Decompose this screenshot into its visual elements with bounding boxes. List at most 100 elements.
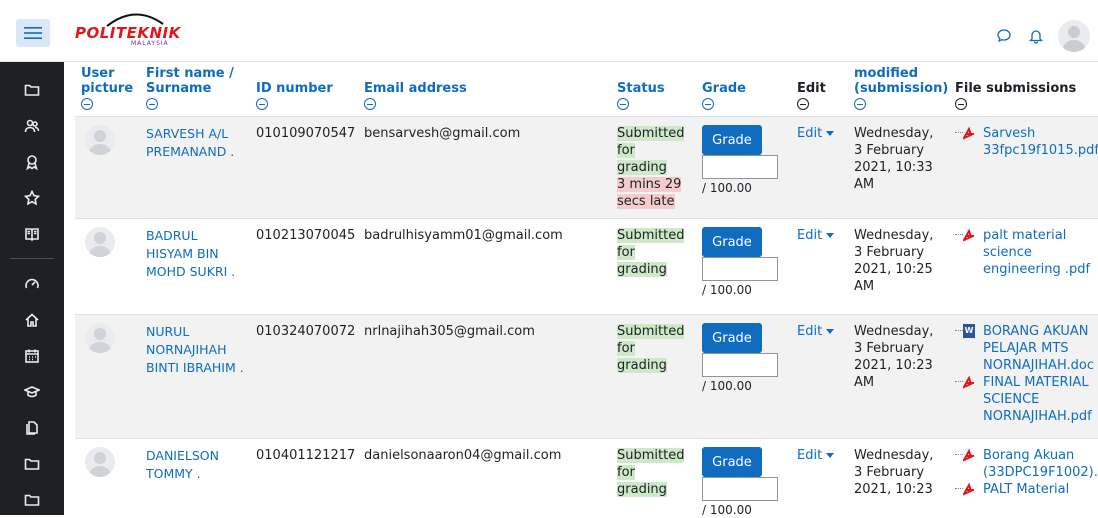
edit-menu[interactable]: Edit — [797, 324, 835, 339]
col-header-user-picture[interactable]: User picture — [75, 62, 140, 117]
file-submission[interactable]: Borang Akuan (33DPC19F1002).pdf — [955, 447, 1098, 481]
file-submission[interactable]: palt material science engineering .pdf — [955, 227, 1098, 278]
edit-label: Edit — [797, 448, 823, 463]
col-header-email[interactable]: Email address — [358, 62, 611, 117]
pdf-file-icon — [963, 228, 974, 242]
calendar-icon[interactable] — [0, 338, 64, 374]
edit-label: Edit — [797, 324, 823, 339]
collapse-column-icon[interactable] — [256, 98, 268, 110]
table-row: SARVESH A/L PREMANAND . 010109070547 ben… — [75, 116, 1098, 219]
collapse-column-icon[interactable] — [81, 98, 93, 110]
folder-icon[interactable] — [0, 72, 64, 108]
grading-table-container: User picture First name / Surname ID num… — [75, 62, 1098, 515]
table-row: NURUL NORNAJIHAH BINTI IBRAHIM . 0103240… — [75, 314, 1098, 439]
grade-max: / 100.00 — [702, 379, 752, 393]
col-header-name[interactable]: First name / Surname — [140, 62, 250, 117]
grade-input[interactable] — [702, 477, 778, 501]
email-address: bensarvesh@gmail.com — [358, 116, 611, 219]
grade-input[interactable] — [702, 257, 778, 281]
files-icon[interactable] — [0, 410, 64, 446]
collapse-column-icon[interactable] — [854, 98, 866, 110]
avatar[interactable] — [85, 447, 115, 477]
collapse-column-icon[interactable] — [702, 98, 714, 110]
status-badge: Submitted for grading — [617, 126, 685, 175]
student-name-link[interactable]: NURUL NORNAJIHAH BINTI IBRAHIM . — [146, 324, 244, 375]
messages-icon[interactable] — [994, 26, 1014, 46]
grade-max: / 100.00 — [702, 181, 752, 195]
grade-max: / 100.00 — [702, 503, 752, 515]
email-address: danielsonaaron04@gmail.com — [358, 438, 611, 515]
student-name-link[interactable]: BADRUL HISYAM BIN MOHD SUKRI . — [146, 228, 235, 279]
pdf-file-icon — [963, 482, 974, 496]
notifications-bell-icon[interactable] — [1026, 26, 1046, 46]
site-logo[interactable]: POLITEKNIK MALAYSIA — [75, 10, 205, 50]
grade-input[interactable] — [702, 353, 778, 377]
col-header-edit: Edit — [791, 62, 848, 117]
col-label: modified (submission) — [854, 66, 949, 96]
edit-menu[interactable]: Edit — [797, 228, 835, 243]
last-modified: Wednesday, 3 February 2021, 10:25 AM — [848, 218, 949, 315]
file-link[interactable]: palt material science engineering .pdf — [983, 227, 1098, 278]
file-link[interactable]: Borang Akuan (33DPC19F1002).pdf — [983, 447, 1098, 481]
avatar[interactable] — [85, 227, 115, 257]
id-number: 010109070547 — [250, 116, 358, 219]
book-icon[interactable] — [0, 216, 64, 252]
last-modified: Wednesday, 3 February 2021, 10:23 AM — [848, 314, 949, 439]
avatar[interactable] — [85, 323, 115, 353]
collapse-column-icon[interactable] — [617, 98, 629, 110]
col-header-status[interactable]: Status — [611, 62, 696, 117]
collapse-column-icon[interactable] — [364, 98, 376, 110]
status-badge: Submitted for grading — [617, 448, 685, 497]
logo-sub-text: MALAYSIA — [131, 40, 169, 47]
col-label: Edit — [797, 81, 826, 96]
col-label: ID number — [256, 81, 333, 96]
table-row: DANIELSON TOMMY . 010401121217 danielson… — [75, 438, 1098, 515]
student-name-link[interactable]: DANIELSON TOMMY . — [146, 448, 219, 481]
file-submission[interactable]: W BORANG AKUAN PELAJAR MTS NORNAJIHAH.do… — [955, 323, 1098, 374]
grade-input[interactable] — [702, 155, 778, 179]
edit-menu[interactable]: Edit — [797, 126, 835, 141]
caret-down-icon — [826, 131, 835, 136]
last-modified: Wednesday, 3 February 2021, 10:23 — [848, 438, 949, 515]
user-avatar[interactable] — [1058, 20, 1090, 52]
col-header-grade[interactable]: Grade — [696, 62, 791, 117]
col-header-modified[interactable]: modified (submission) — [848, 62, 949, 117]
file-link[interactable]: Sarvesh 33fpc19f1015.pdf — [983, 125, 1098, 159]
edit-label: Edit — [797, 126, 823, 141]
collapse-column-icon[interactable] — [955, 98, 967, 110]
edit-menu[interactable]: Edit — [797, 448, 835, 463]
star-icon[interactable] — [0, 180, 64, 216]
file-submission[interactable]: PALT Material — [955, 481, 1098, 498]
student-name-link[interactable]: SARVESH A/L PREMANAND . — [146, 126, 234, 159]
col-label: First name / Surname — [146, 66, 234, 96]
dashboard-icon[interactable] — [0, 266, 64, 302]
folder-icon[interactable] — [0, 482, 64, 518]
caret-down-icon — [826, 453, 835, 458]
grade-button[interactable]: Grade — [702, 227, 762, 257]
file-link[interactable]: BORANG AKUAN PELAJAR MTS NORNAJIHAH.doc — [983, 323, 1098, 374]
collapse-column-icon[interactable] — [797, 98, 809, 110]
folder-icon[interactable] — [0, 446, 64, 482]
badges-icon[interactable] — [0, 144, 64, 180]
word-file-icon: W — [963, 324, 975, 338]
file-link[interactable]: PALT Material — [983, 481, 1069, 498]
sidebar-divider — [10, 258, 54, 259]
graduation-cap-icon[interactable] — [0, 374, 64, 410]
file-submission[interactable]: FINAL MATERIAL SCIENCE NORNAJIHAH.pdf — [955, 374, 1098, 425]
menu-toggle-button[interactable] — [16, 19, 50, 47]
grade-button[interactable]: Grade — [702, 447, 762, 477]
participants-icon[interactable] — [0, 108, 64, 144]
avatar[interactable] — [85, 125, 115, 155]
email-address: badrulhisyamm01@gmail.com — [358, 218, 611, 315]
col-label: Email address — [364, 81, 467, 96]
collapse-column-icon[interactable] — [146, 98, 158, 110]
file-link[interactable]: FINAL MATERIAL SCIENCE NORNAJIHAH.pdf — [983, 374, 1098, 425]
col-header-id-number[interactable]: ID number — [250, 62, 358, 117]
grade-button[interactable]: Grade — [702, 323, 762, 353]
last-modified: Wednesday, 3 February 2021, 10:33 AM — [848, 116, 949, 219]
grade-button[interactable]: Grade — [702, 125, 762, 155]
file-submission[interactable]: Sarvesh 33fpc19f1015.pdf — [955, 125, 1098, 159]
hamburger-icon — [24, 27, 42, 39]
col-label: User picture — [81, 66, 134, 96]
home-icon[interactable] — [0, 302, 64, 338]
